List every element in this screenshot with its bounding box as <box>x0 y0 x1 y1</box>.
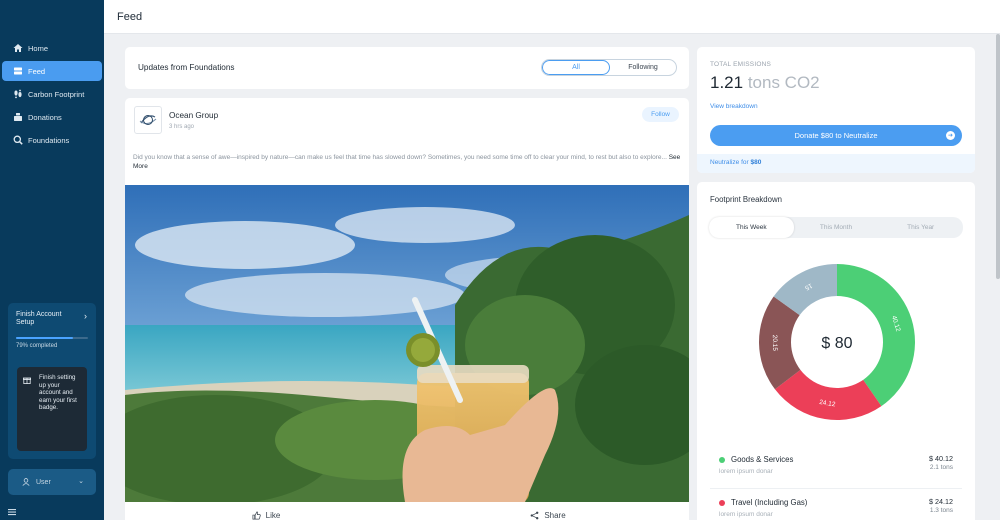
emissions-label: TOTAL EMISSIONS <box>710 61 772 68</box>
sidebar-item-label: Carbon Footprint <box>28 89 85 99</box>
filter-all-button[interactable]: All <box>542 60 610 75</box>
tab-this-week[interactable]: This Week <box>709 217 794 238</box>
org-avatar[interactable] <box>134 106 162 134</box>
setup-progress-fill <box>16 337 73 339</box>
share-icon <box>530 511 539 520</box>
filter-following-button[interactable]: Following <box>610 60 676 75</box>
sidebar-item-donations[interactable]: Donations <box>2 107 102 127</box>
legend-row-goods[interactable]: Goods & Services lorem ipsum donar $ 40.… <box>710 452 962 482</box>
neutralize-amount: $80 <box>750 159 762 166</box>
legend-sub: lorem ipsum donar <box>719 511 773 518</box>
badge-prompt: Finish setting up your account and earn … <box>17 367 87 451</box>
page-scrollbar[interactable] <box>996 34 1000 279</box>
sidebar-item-home[interactable]: Home <box>2 38 102 58</box>
legend-amount: $ 40.12 <box>929 454 953 463</box>
like-button[interactable]: Like <box>125 503 407 520</box>
user-menu[interactable]: User ⌄ <box>8 469 96 495</box>
feed-icon <box>14 67 22 75</box>
finish-setup-card[interactable]: Finish Account Setup › 79% completed Fin… <box>8 303 96 459</box>
donut-slice[interactable] <box>774 369 882 420</box>
beach-drink-photo <box>125 185 689 502</box>
post-body-text: Did you know that a sense of awe—inspire… <box>133 154 667 161</box>
badge-prompt-text: Finish setting up your account and earn … <box>39 374 77 411</box>
share-label: Share <box>544 511 566 520</box>
sidebar-item-label: Feed <box>28 66 46 76</box>
chevron-right-icon[interactable]: › <box>84 311 87 321</box>
ocean-group-logo <box>139 115 157 125</box>
footprint-breakdown-card: Footprint Breakdown This Week This Month… <box>697 182 975 520</box>
sidebar-nav: Home Feed Carbon Footprint Donations Fou… <box>0 38 104 153</box>
feed-header: Updates from Foundations All Following <box>125 47 689 89</box>
chevron-down-icon: ⌄ <box>78 478 84 485</box>
like-label: Like <box>265 511 281 520</box>
sidebar-item-label: Home <box>28 43 49 53</box>
user-label: User <box>36 478 51 486</box>
emissions-value: 1.21 tons CO2 <box>710 73 820 93</box>
legend-dot <box>719 457 725 463</box>
emissions-unit: tons CO2 <box>747 73 820 92</box>
sidebar-item-label: Donations <box>28 112 62 122</box>
setup-progress-text: 79% completed <box>16 343 58 349</box>
post-org-name[interactable]: Ocean Group <box>169 111 218 120</box>
donations-icon <box>14 113 22 121</box>
user-icon <box>22 478 30 486</box>
legend-name: Goods & Services <box>731 455 794 464</box>
thumbs-up-icon <box>252 511 261 520</box>
feed-filter-toggle: All Following <box>541 59 677 76</box>
legend-tons: 1.3 tons <box>929 507 953 514</box>
post-actions: Like Share <box>125 503 689 520</box>
breakdown-donut-chart: 40.1224.1220.1515 $ 80 <box>759 264 915 420</box>
donate-button-label: Donate $80 to Neutralize <box>794 131 878 140</box>
legend-dot <box>719 500 725 506</box>
tab-this-month[interactable]: This Month <box>794 217 879 238</box>
footprint-icon <box>14 89 22 99</box>
emissions-number: 1.21 <box>710 73 744 92</box>
post-image[interactable] <box>125 185 689 502</box>
legend-sub: lorem ipsum donar <box>719 468 773 475</box>
sidebar-item-carbon-footprint[interactable]: Carbon Footprint <box>2 84 102 104</box>
legend-row-travel[interactable]: Travel (Including Gas) lorem ipsum donar… <box>710 495 962 520</box>
feed-post: Ocean Group 3 hrs ago Follow Did you kno… <box>125 98 689 520</box>
setup-progress-bar <box>16 337 88 339</box>
home-icon <box>13 44 23 52</box>
sidebar-item-label: Foundations <box>28 135 70 145</box>
legend-name: Travel (Including Gas) <box>731 498 808 507</box>
view-breakdown-link[interactable]: View breakdown <box>710 103 758 110</box>
total-emissions-card: TOTAL EMISSIONS 1.21 tons CO2 View break… <box>697 47 975 173</box>
sidebar: Home Feed Carbon Footprint Donations Fou… <box>0 0 104 520</box>
post-timestamp: 3 hrs ago <box>169 124 195 130</box>
tab-this-year[interactable]: This Year <box>878 217 963 238</box>
neutralize-footer[interactable]: Neutralize for $80 <box>697 154 975 173</box>
legend-divider <box>710 488 962 489</box>
sidebar-item-foundations[interactable]: Foundations <box>2 130 102 150</box>
donut-center-label: $ 80 <box>821 335 852 352</box>
period-tabs: This Week This Month This Year <box>709 217 963 238</box>
breakdown-title: Footprint Breakdown <box>710 195 782 204</box>
follow-button[interactable]: Follow <box>642 107 679 122</box>
top-bar: Feed <box>104 0 1000 34</box>
feed-header-title: Updates from Foundations <box>138 63 235 72</box>
sidebar-item-feed[interactable]: Feed <box>2 61 102 81</box>
arrow-right-icon: ➜ <box>946 131 955 140</box>
legend-tons: 2.1 tons <box>929 464 953 471</box>
page-title: Feed <box>117 11 143 23</box>
gift-icon <box>23 377 31 384</box>
donut-slice-label: 20.15 <box>771 335 778 352</box>
post-body: Did you know that a sense of awe—inspire… <box>133 153 685 171</box>
neutralize-prefix: Neutralize for <box>710 159 749 166</box>
menu-icon[interactable] <box>8 508 16 516</box>
donate-button[interactable]: Donate $80 to Neutralize ➜ <box>710 125 962 146</box>
foundations-icon <box>13 135 23 145</box>
finish-setup-title: Finish Account Setup <box>16 311 62 326</box>
legend-amount: $ 24.12 <box>929 497 953 506</box>
share-button[interactable]: Share <box>407 503 689 520</box>
